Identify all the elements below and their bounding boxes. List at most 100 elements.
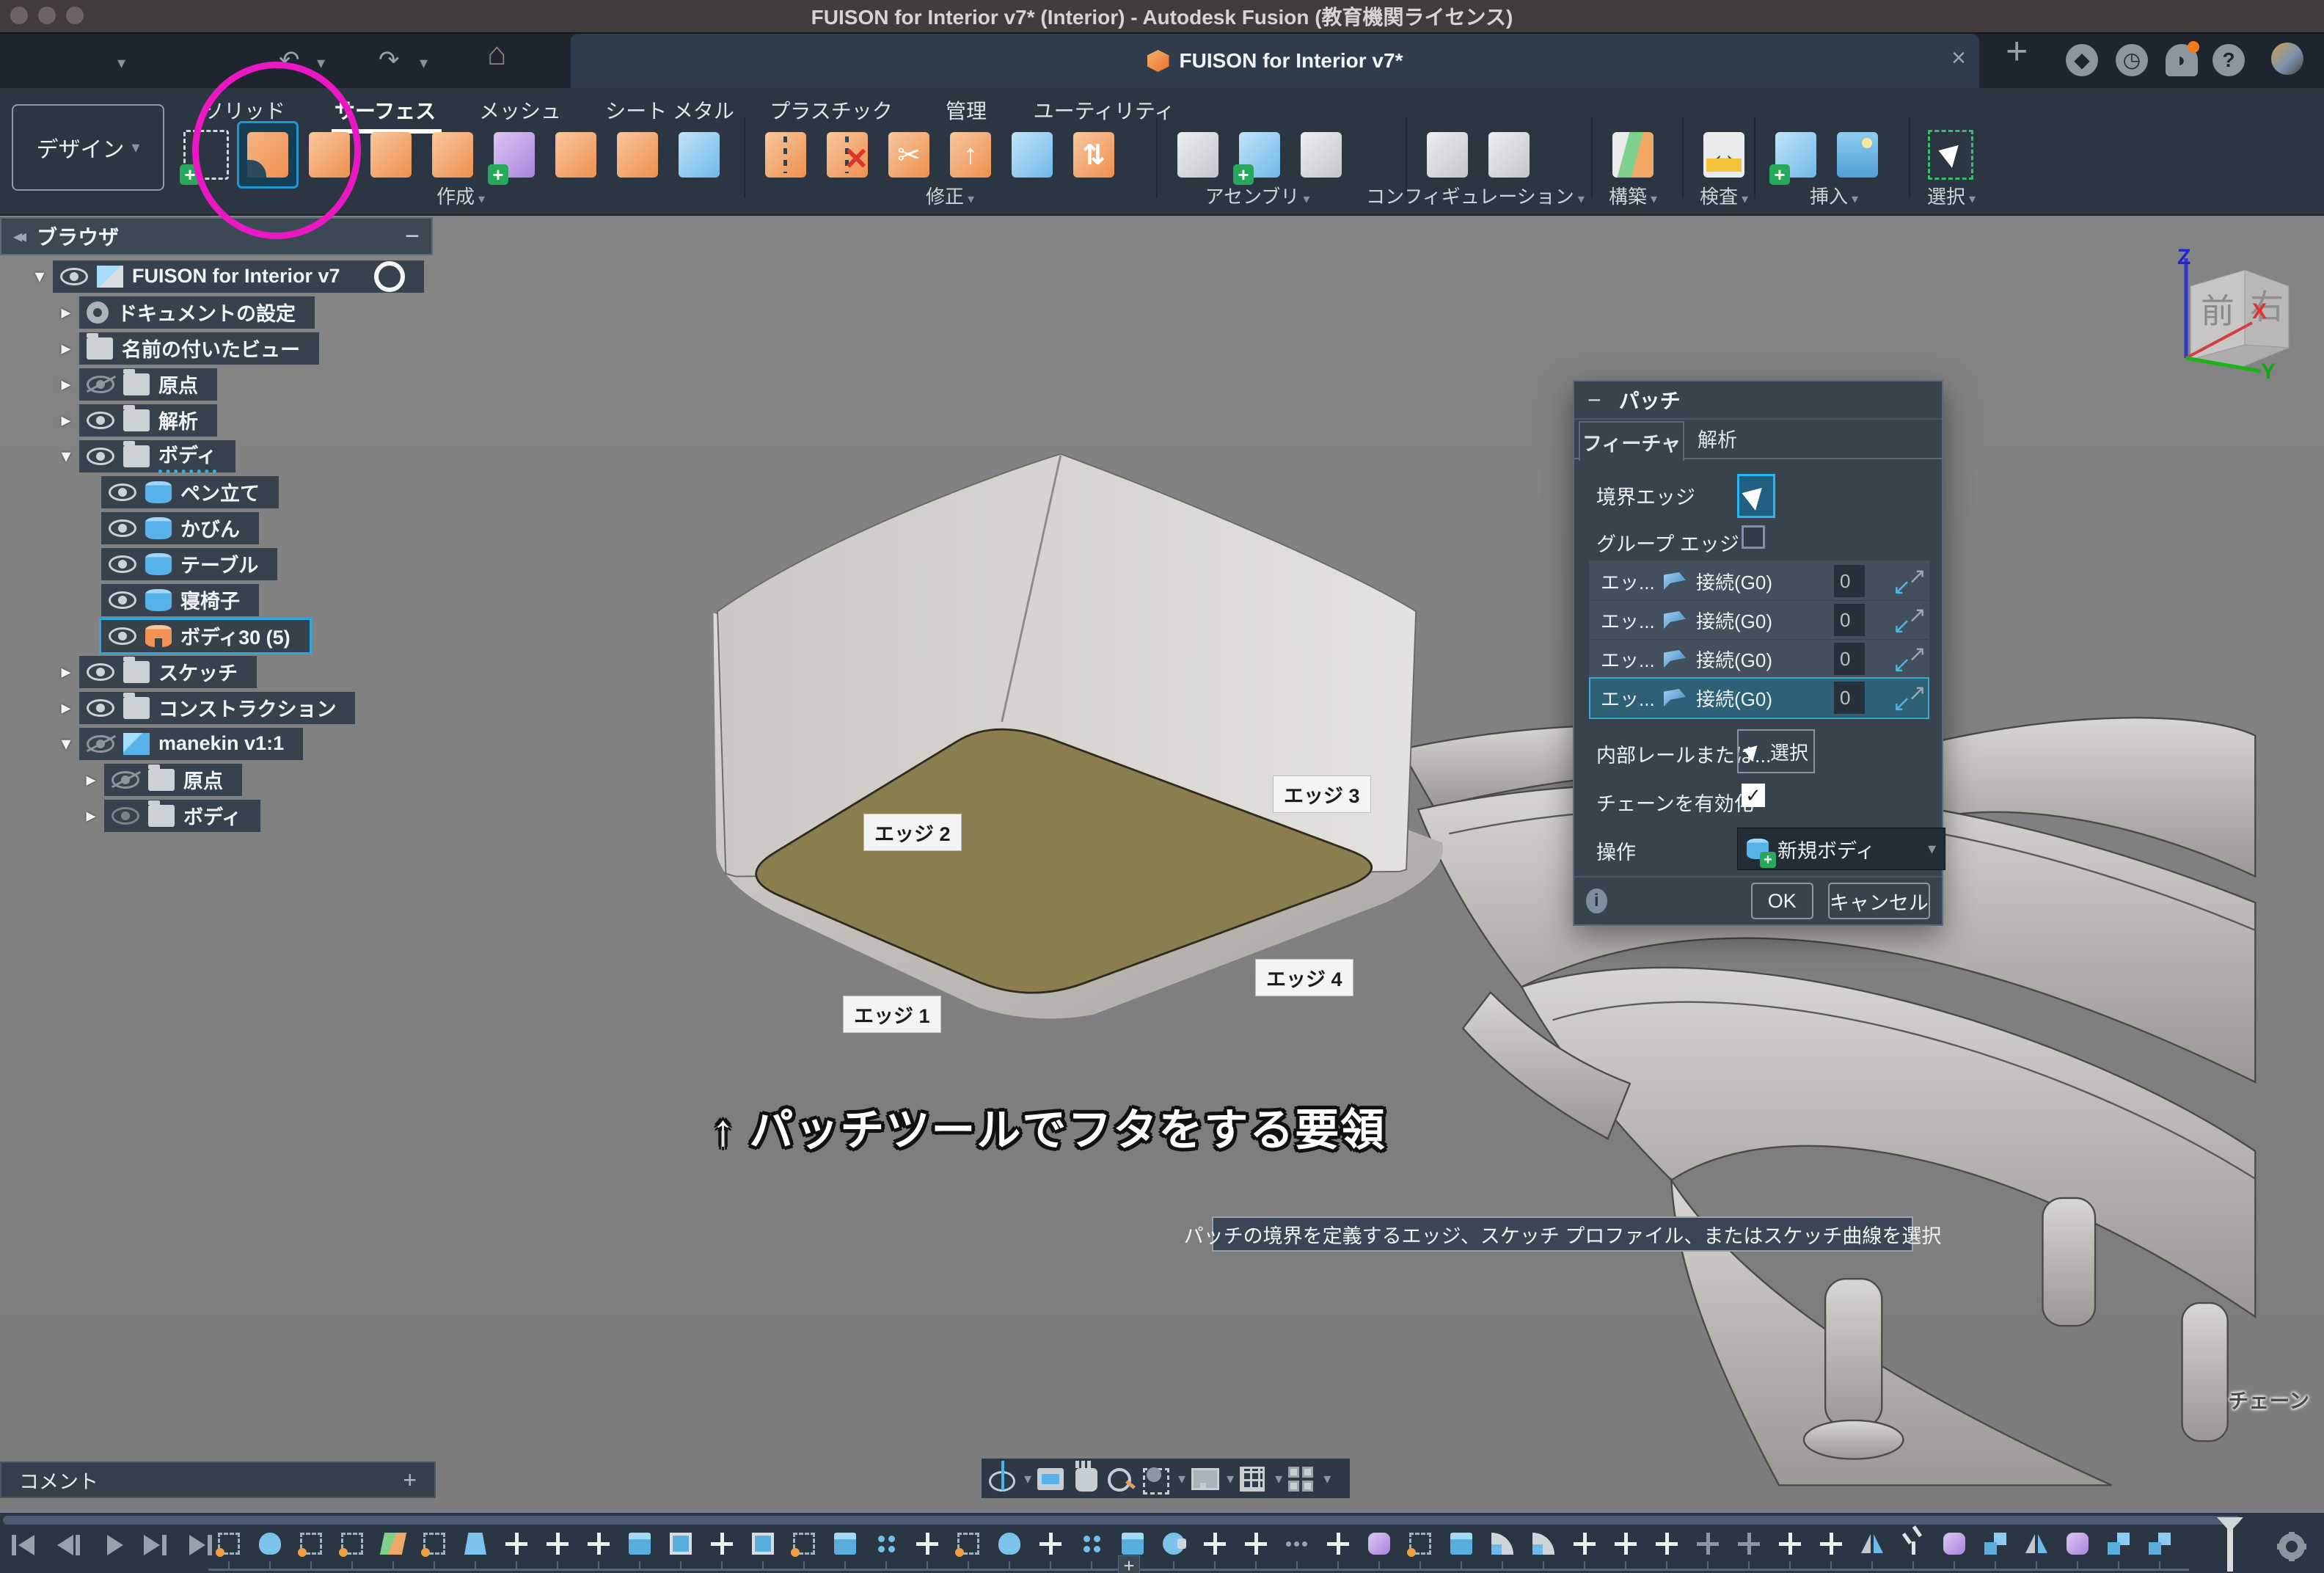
view-cube[interactable]: 前 右 Z X Y [2149,242,2311,382]
close-tab-icon[interactable]: × [1951,44,1966,73]
viewports-caret-icon[interactable]: ▾ [1323,1470,1331,1488]
timeline-feature-move-icon[interactable] [537,1529,578,1558]
avatar[interactable] [2271,43,2303,75]
unstitch-icon[interactable] [819,123,876,186]
tree-item[interactable]: ▸ボディ [0,798,807,833]
clock-icon[interactable]: ◷ [2116,44,2148,76]
timeline-feature-combine-icon[interactable] [2139,1529,2180,1558]
patch-target-body[interactable] [713,454,1442,1019]
group-label-5[interactable]: 構築 ▾ [1609,182,1657,209]
timeline-feature-form-icon[interactable] [2057,1529,2098,1558]
visibility-on-icon[interactable] [109,483,136,501]
timeline-feature-move-icon[interactable] [1564,1529,1605,1558]
grid-icon[interactable] [1240,1464,1269,1493]
chevron-right-icon[interactable]: ▸ [53,696,79,719]
help-icon[interactable]: ? [2212,44,2245,76]
look-at-icon[interactable] [1037,1464,1067,1493]
chevron-down-icon[interactable]: ▾ [26,265,53,288]
timeline-feature-revolve-icon[interactable] [989,1529,1030,1558]
workspace-selector[interactable]: デザイン ▾ [12,104,164,191]
tree-item[interactable]: ▸スケッチ [0,654,807,690]
chevron-right-icon[interactable]: ▸ [53,409,79,431]
inner-rail-select-button[interactable]: 選択 [1737,729,1815,773]
weight-field[interactable]: 0 [1834,604,1865,636]
tree-item[interactable]: 寝椅子 [0,582,807,618]
flip-direction-icon[interactable]: ↗↙ [1891,605,1928,635]
visibility-off-icon[interactable] [87,376,114,393]
dialog-header[interactable]: − パッチ [1574,382,1942,420]
timeline-feature-plane-icon[interactable] [373,1529,414,1558]
split-face-icon[interactable] [1004,123,1061,186]
revolve-icon[interactable] [362,123,420,186]
derive-icon[interactable] [1169,123,1227,186]
minimize-window-button[interactable] [38,7,56,24]
timeline-feature-form-icon[interactable] [1359,1529,1400,1558]
stitch-icon[interactable] [757,123,814,186]
redo-icon[interactable]: ↷ [379,44,400,76]
chevron-down-icon[interactable]: ▾ [53,732,79,755]
minimize-panel-icon[interactable]: − [405,222,420,251]
timeline-playhead[interactable] [2227,1520,2233,1572]
tree-item[interactable]: ▾ボディ [0,438,807,474]
boundary-select-button[interactable] [1737,474,1775,518]
chevron-right-icon[interactable]: ▸ [78,804,104,827]
timeline-feature-move-icon[interactable] [701,1529,742,1558]
orbit-icon[interactable] [989,1464,1018,1493]
visibility-on-icon[interactable] [60,268,88,285]
tree-item[interactable]: ペン立て [0,474,807,510]
flip-direction-icon[interactable]: ↗↙ [1891,644,1928,674]
weight-field[interactable]: 0 [1834,643,1865,675]
timeline-feature-move-icon[interactable] [1194,1529,1235,1558]
tree-item[interactable]: ▸名前の付いたビュー [0,330,807,366]
group-label-3[interactable]: アセンブリ ▾ [1205,182,1310,209]
timeline-marker-icon[interactable]: + [1118,1555,1140,1573]
weight-field[interactable]: 0 [1834,565,1865,597]
close-window-button[interactable] [10,7,28,24]
group-label-1[interactable]: 作成 ▾ [436,182,485,209]
timeline-feature-sketch-icon[interactable] [208,1529,249,1558]
edge-row[interactable]: エッ...接続(G0)0↗↙ [1590,640,1928,679]
browser-header[interactable]: ◂◂ ブラウザ − [0,217,433,255]
home-icon[interactable]: ⌂ [487,38,507,70]
chevron-right-icon[interactable]: ▸ [53,301,79,324]
viewports-icon[interactable] [1288,1464,1318,1493]
ribbon-tab-5[interactable]: プラスチック [770,95,892,125]
timeline-feature-combine-icon[interactable] [2098,1529,2139,1558]
ribbon-tab-7[interactable]: ユーティリティ [1034,95,1175,125]
group-label-7[interactable]: 挿入 ▾ [1810,182,1858,209]
create-form-icon[interactable] [486,123,543,186]
insert-fastener-icon[interactable] [1767,123,1824,186]
ribbon-tab-3[interactable]: メッシュ [479,95,561,125]
group-label-8[interactable]: 選択 ▾ [1927,182,1976,209]
tree-item[interactable]: ▾FUISON for Interior v7 [0,258,807,294]
chevron-right-icon[interactable]: ▸ [53,337,79,360]
grid-caret-icon[interactable]: ▾ [1275,1470,1282,1488]
tree-item[interactable]: ▸原点 [0,762,807,798]
timeline-feature-form-icon[interactable] [1934,1529,1975,1558]
ribbon-tab-4[interactable]: シート メタル [605,95,734,125]
timeline-feature-move-icon[interactable] [1235,1529,1276,1558]
group-edges-checkbox[interactable] [1742,525,1765,549]
timeline-feature-move-icon[interactable] [496,1529,537,1558]
timeline-feature-movedim-icon[interactable] [1687,1529,1728,1558]
continuity-value[interactable]: 接続(G0) [1696,607,1834,634]
visibility-off-icon[interactable] [112,807,139,825]
activate-component-radio[interactable] [374,261,405,292]
enable-chaining-checkbox[interactable]: ✓ [1742,784,1765,807]
edge-row[interactable]: エッ...接続(G0)0↗↙ [1590,601,1928,640]
tree-item[interactable]: ▸解析 [0,402,807,438]
timeline-feature-move-icon[interactable] [1810,1529,1852,1558]
file-caret-icon[interactable]: ▾ [117,47,125,79]
visibility-off-icon[interactable] [112,771,139,789]
group-label-4[interactable]: コンフィギュレーション ▾ [1366,182,1585,209]
fit-caret-icon[interactable]: ▾ [1178,1470,1185,1488]
timeline-feature-split-icon[interactable] [1893,1529,1934,1558]
document-tab[interactable]: FUISON for Interior v7* × [571,34,1979,88]
timeline-feature-move-icon[interactable] [1605,1529,1646,1558]
timeline-feature-sketch-icon[interactable] [290,1529,332,1558]
tree-item[interactable]: ▾manekin v1:1 [0,726,807,762]
visibility-on-icon[interactable] [87,699,114,717]
offset-icon[interactable] [609,123,666,186]
notifications-icon[interactable]: ◗ [2166,44,2198,76]
collapse-panel-icon[interactable]: ◂◂ [13,226,22,247]
